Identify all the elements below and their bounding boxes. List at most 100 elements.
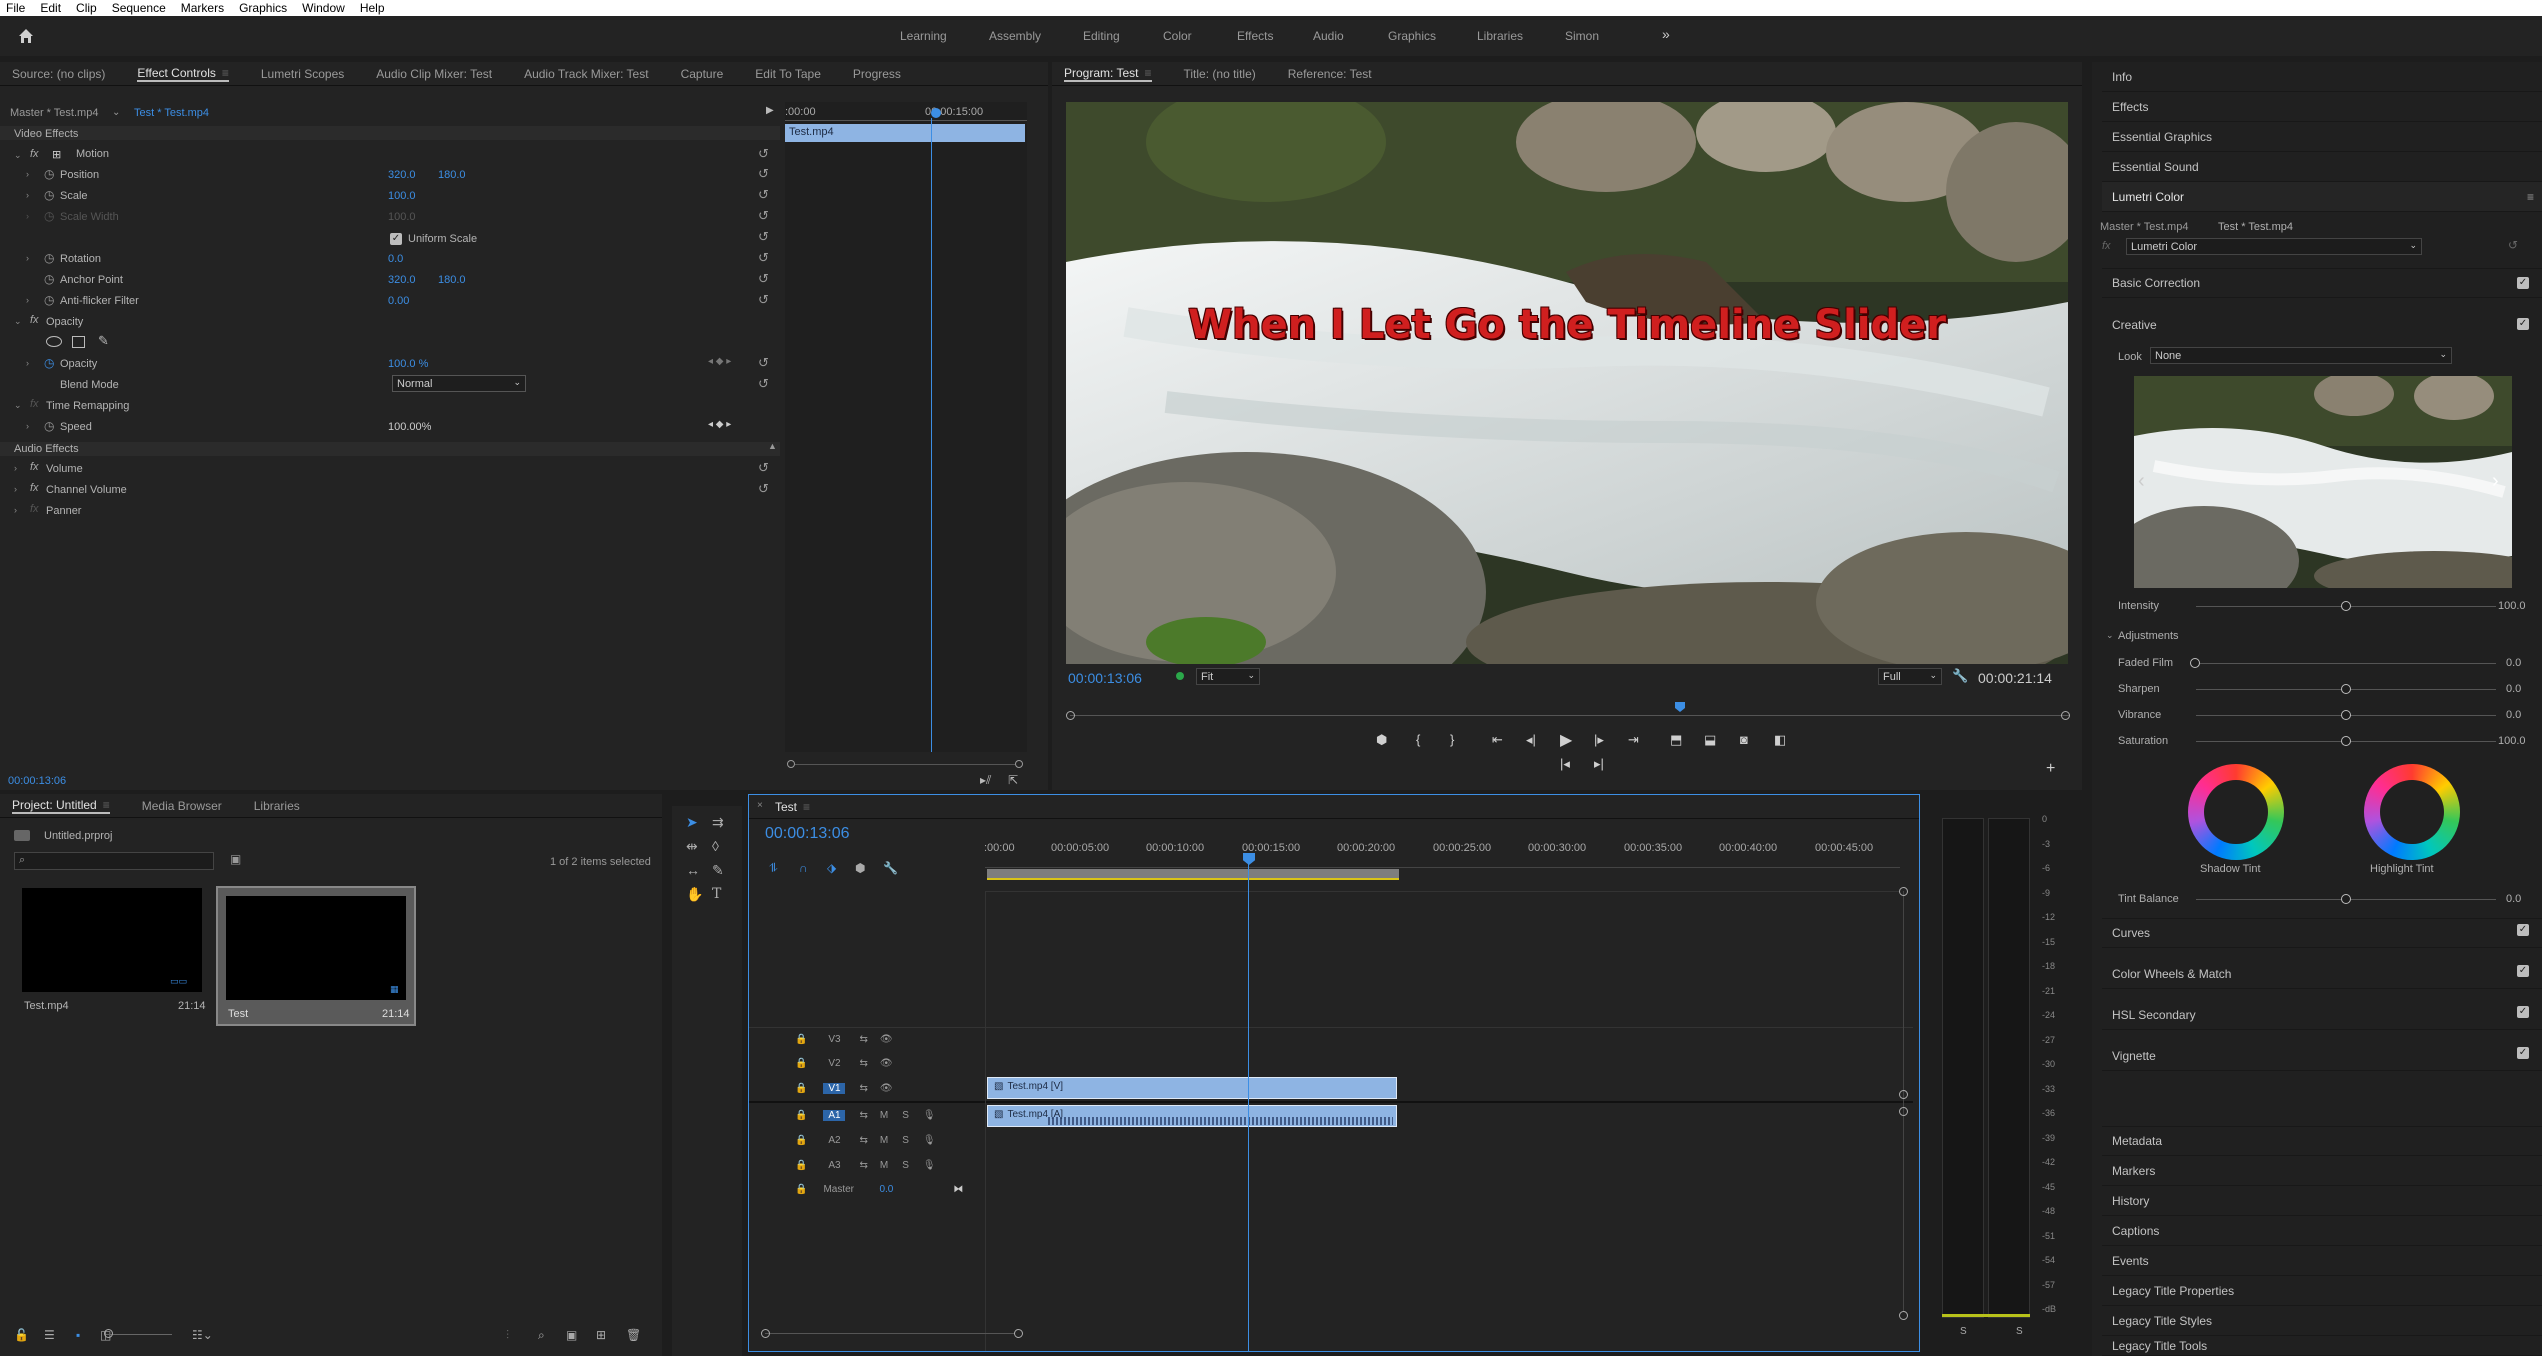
reset-icon[interactable]: ↺ [758, 481, 769, 497]
lock-icon[interactable]: 🔒 [795, 1135, 807, 1146]
position-expand-icon[interactable]: › [26, 169, 29, 179]
home-icon[interactable] [18, 28, 34, 44]
add-marker-icon[interactable]: ⬢ [1376, 732, 1387, 748]
lock-icon[interactable]: 🔒 [795, 1160, 807, 1171]
panel-legacy-title-tools[interactable]: Legacy Title Tools [2102, 1336, 2542, 1356]
panel-menu-icon[interactable]: ≡ [103, 798, 110, 812]
program-video-frame[interactable]: When I Let Go the Timeline Slider [1066, 102, 2068, 664]
new-item-icon[interactable]: ⊞ [596, 1328, 606, 1342]
menu-clip[interactable]: Clip [76, 1, 97, 15]
list-view-icon[interactable]: ☰ [44, 1328, 55, 1342]
new-bin-icon[interactable]: ▣ [566, 1328, 577, 1342]
workspace-graphics[interactable]: Graphics [1388, 29, 1436, 43]
tab-title[interactable]: Title: (no title) [1184, 67, 1256, 81]
program-scrubber[interactable] [1070, 715, 2070, 716]
eye-icon[interactable]: 👁 [880, 1034, 893, 1045]
speed-value[interactable]: 100.00% [388, 421, 431, 433]
highlight-tint-wheel[interactable] [2364, 764, 2460, 860]
lock-icon[interactable]: 🔒 [795, 1110, 807, 1121]
tab-progress[interactable]: Progress [853, 67, 901, 81]
mute-button[interactable]: M [880, 1110, 888, 1121]
menu-markers[interactable]: Markers [181, 1, 224, 15]
scale-expand-icon[interactable]: › [26, 190, 29, 200]
panel-info[interactable]: Info [2102, 62, 2542, 92]
antiflicker-expand-icon[interactable]: › [26, 295, 29, 305]
ellipse-mask-icon[interactable] [46, 336, 62, 347]
filter-icon[interactable]: ▸⫽ [980, 773, 991, 788]
panel-effects[interactable]: Effects [2102, 92, 2542, 122]
sort-icon[interactable]: ☷⌄ [192, 1328, 213, 1342]
menu-edit[interactable]: Edit [40, 1, 61, 15]
panel-menu-icon[interactable]: ≡ [2527, 190, 2534, 204]
section-creative[interactable]: Creative [2102, 310, 2542, 340]
faded-film-slider[interactable] [2196, 663, 2496, 664]
opacity-value[interactable]: 100.0 % [388, 358, 428, 370]
lift-icon[interactable]: ⬒ [1670, 732, 1682, 748]
reset-icon[interactable]: ↺ [2508, 238, 2518, 252]
tab-timeline-test[interactable]: Test ≡ [775, 800, 810, 814]
extract-icon[interactable]: ⬓ [1704, 732, 1716, 748]
sharpen-knob[interactable] [2341, 684, 2351, 694]
vignette-checkbox[interactable]: ✓ [2517, 1047, 2529, 1059]
find-icon[interactable]: ⌕ [538, 1328, 545, 1343]
razor-tool-icon[interactable]: ◊ [712, 838, 719, 854]
stopwatch-icon[interactable]: ◷ [44, 167, 54, 181]
program-timecode[interactable]: 00:00:13:06 [1068, 670, 1142, 686]
project-search-input[interactable]: ⌕ [14, 852, 214, 870]
timeline-horizontal-scrollbar[interactable] [765, 1333, 1015, 1334]
chevron-down-icon[interactable]: ⌄ [112, 107, 120, 118]
track-label[interactable]: V2 [823, 1058, 845, 1069]
effect-mini-timeline[interactable]: :00:00 00:00:15:00 Test.mp4 [785, 102, 1027, 768]
antiflicker-value[interactable]: 0.00 [388, 295, 409, 307]
stopwatch-icon[interactable]: ◷ [44, 272, 54, 286]
intensity-knob[interactable] [2341, 601, 2351, 611]
panel-history[interactable]: History [2102, 1186, 2542, 1216]
program-playhead[interactable] [1675, 702, 1685, 712]
hsl-checkbox[interactable]: ✓ [2517, 1006, 2529, 1018]
panel-legacy-title-styles[interactable]: Legacy Title Styles [2102, 1306, 2542, 1336]
fx-badge[interactable]: fx [30, 148, 39, 160]
stopwatch-icon[interactable]: ◷ [44, 188, 54, 202]
reset-icon[interactable]: ↺ [758, 376, 769, 392]
solo-left-button[interactable]: S [1960, 1326, 1967, 1337]
scale-value[interactable]: 100.0 [388, 190, 416, 202]
stopwatch-icon[interactable]: ◷ [44, 419, 54, 433]
eye-icon[interactable]: 👁 [880, 1058, 893, 1069]
reset-icon[interactable]: ↺ [758, 460, 769, 476]
sharpen-value[interactable]: 0.0 [2506, 683, 2521, 695]
anchor-y-value[interactable]: 180.0 [438, 274, 466, 286]
tab-effect-controls[interactable]: Effect Controls ≡ [137, 66, 229, 82]
stopwatch-icon[interactable]: ◷ [44, 251, 54, 265]
clip-label[interactable]: Test * Test.mp4 [134, 107, 209, 119]
look-select[interactable]: None ⌄ [2150, 347, 2452, 364]
menu-window[interactable]: Window [302, 1, 345, 15]
panel-events[interactable]: Events [2102, 1246, 2542, 1276]
tab-source[interactable]: Source: (no clips) [12, 67, 105, 81]
eye-icon[interactable]: 👁 [880, 1083, 893, 1094]
track-label[interactable]: V3 [823, 1034, 845, 1045]
wrench-icon[interactable]: 🔧 [883, 861, 898, 875]
project-item-test-mp4[interactable]: ▭▭ Test.mp4 21:14 [14, 888, 210, 1018]
look-next-icon[interactable]: › [2492, 470, 2499, 493]
go-to-end-icon[interactable]: ⧓ [953, 1184, 963, 1195]
speed-expand-icon[interactable]: › [26, 421, 29, 431]
snap-icon[interactable]: ∩ [799, 861, 808, 875]
panel-lumetri-color[interactable]: Lumetri Color ≡ [2102, 182, 2542, 212]
blend-mode-select[interactable]: Normal ⌄ [392, 375, 526, 392]
reset-icon[interactable]: ↺ [758, 271, 769, 287]
automate-icon[interactable]: ⫶ [506, 1328, 509, 1343]
section-curves[interactable]: Curves [2102, 918, 2542, 948]
icon-view-icon[interactable]: ▪ [76, 1328, 80, 1342]
menu-sequence[interactable]: Sequence [112, 1, 166, 15]
solo-button[interactable]: S [902, 1135, 909, 1146]
section-hsl-secondary[interactable]: HSL Secondary [2102, 1000, 2542, 1030]
rectangle-mask-icon[interactable] [72, 336, 85, 348]
shadow-tint-wheel[interactable] [2188, 764, 2284, 860]
solo-right-button[interactable]: S [2016, 1326, 2023, 1337]
look-prev-icon[interactable]: ‹ [2138, 470, 2145, 493]
panel-metadata[interactable]: Metadata [2102, 1126, 2542, 1156]
curves-checkbox[interactable]: ✓ [2517, 924, 2529, 936]
go-to-in-icon[interactable]: ⇤ [1492, 732, 1503, 748]
timeline-vertical-scrollbar[interactable] [1903, 891, 1904, 1311]
export-frame-icon[interactable]: ⇱ [1008, 773, 1018, 787]
